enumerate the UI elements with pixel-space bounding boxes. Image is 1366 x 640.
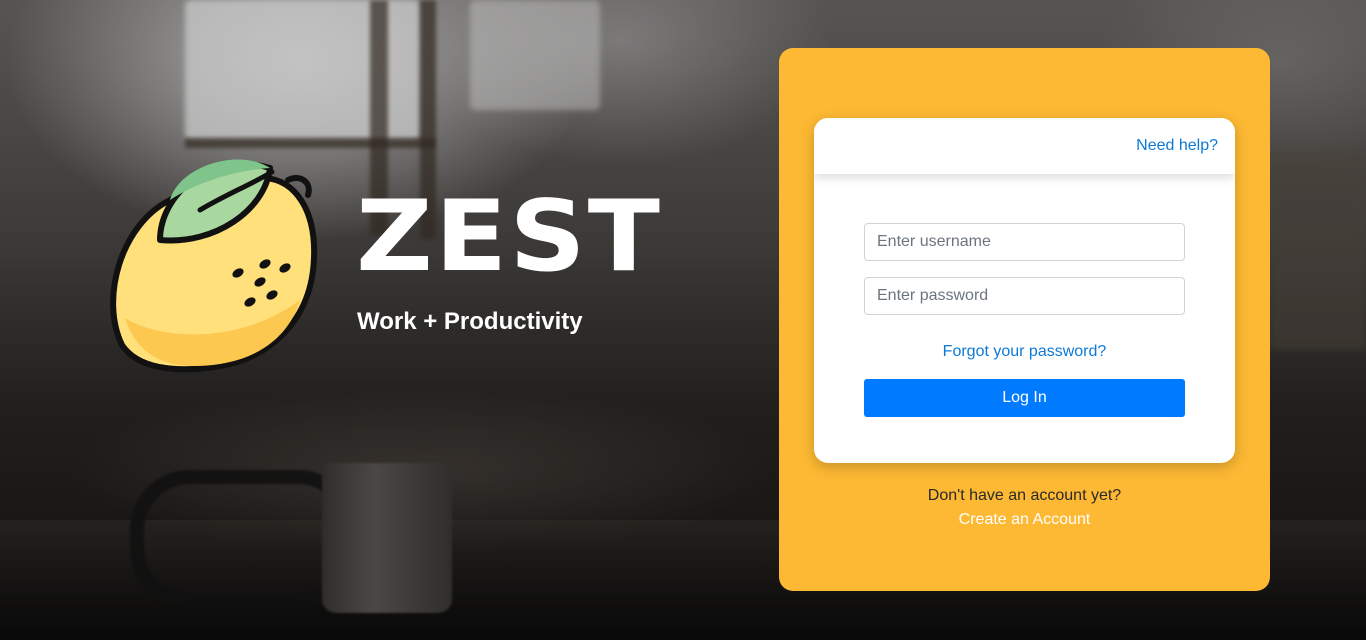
brand-name: ZEST [356,180,663,294]
forgot-password-link[interactable]: Forgot your password? [814,343,1235,361]
lemon-icon [110,159,318,373]
username-input[interactable] [864,223,1185,261]
create-account-link[interactable]: Create an Account [779,511,1270,529]
need-help-link[interactable]: Need help? [1136,137,1218,155]
brand-tagline: Work + Productivity [357,308,583,335]
login-page: ZEST Work + Productivity Need help? Forg… [0,0,1366,640]
login-button[interactable]: Log In [864,379,1185,417]
login-card: Need help? Forgot your password? Log In [814,118,1235,463]
signup-prompt: Don't have an account yet? [927,487,1122,504]
login-panel: Need help? Forgot your password? Log In … [779,48,1270,591]
password-input[interactable] [864,277,1185,315]
card-header: Need help? [814,118,1235,174]
